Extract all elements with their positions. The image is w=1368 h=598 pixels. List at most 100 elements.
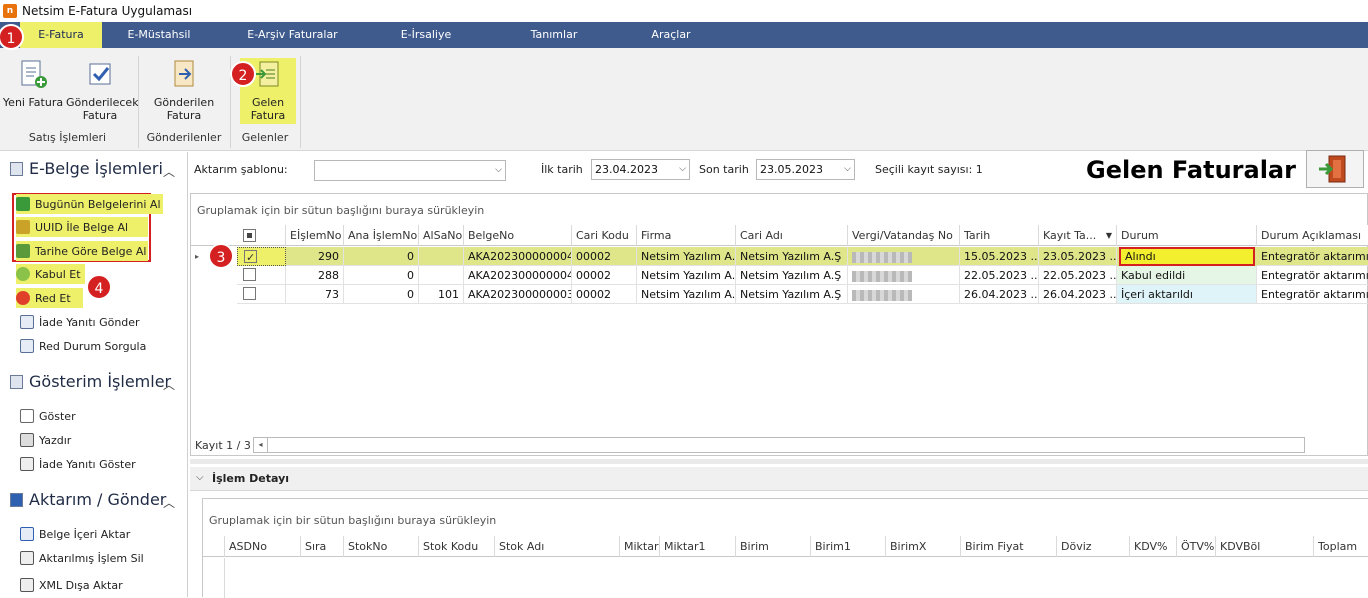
son-tarih-value: 23.05.2023	[760, 163, 823, 176]
table-row[interactable]: ▸ ✓ 290 0 AKA2023000000046 00002 Netsim …	[191, 247, 1368, 266]
menu-araclar[interactable]: Araçlar	[640, 22, 702, 48]
cell-alsano: 101	[419, 285, 464, 304]
table-row[interactable]: 288 0 AKA2023000000045 00002 Netsim Yazı…	[191, 266, 1368, 285]
col-kayit-label: Kayıt Ta...	[1043, 229, 1097, 242]
horizontal-scrollbar[interactable]: ◂	[253, 437, 1305, 453]
item-label: İade Yanıtı Göster	[39, 457, 136, 471]
aktarilmis-islem-sil-item[interactable]: Aktarılmış İşlem Sil	[20, 548, 144, 568]
item-label: UUID İle Belge Al	[35, 220, 129, 234]
item-label: Red Et	[35, 291, 71, 305]
col-firma[interactable]: Firma	[637, 225, 736, 246]
col-stok-adi[interactable]: Stok Adı	[495, 536, 620, 557]
section-e-belge[interactable]: E-Belge İşlemleri	[10, 159, 163, 178]
collapse-icon[interactable]: ︿	[163, 163, 175, 180]
cell-belgeno: AKA2023000000045	[464, 266, 572, 285]
section-aktarim[interactable]: Aktarım / Gönder	[10, 490, 166, 509]
red-durum-sorgula-item[interactable]: Red Durum Sorgula	[20, 336, 146, 356]
kabul-et-item[interactable]: Kabul Et	[16, 264, 85, 284]
cell-vergi-no-redacted	[848, 266, 960, 285]
col-sira[interactable]: Sıra	[301, 536, 344, 557]
yazdir-item[interactable]: Yazdır	[20, 430, 71, 450]
col-belgeno[interactable]: BelgeNo	[464, 225, 572, 246]
chevron-down-icon[interactable]: ⌵	[196, 472, 204, 483]
row-checkbox[interactable]: ✓	[244, 250, 257, 264]
goster-item[interactable]: Göster	[20, 406, 76, 426]
col-kdv[interactable]: KDV%	[1130, 536, 1177, 557]
row-checkbox[interactable]	[243, 268, 256, 281]
col-birimx[interactable]: BirimX	[886, 536, 961, 557]
col-kayit-tarihi[interactable]: Kayıt Ta... ▼	[1039, 225, 1117, 246]
row-checkbox-cell[interactable]	[237, 266, 286, 285]
col-birim-fiyat[interactable]: Birim Fiyat	[961, 536, 1057, 557]
group-gelenler-label: Gelenler	[241, 131, 289, 144]
uuid-belge-item[interactable]: UUID İle Belge Al	[16, 217, 149, 237]
item-label: Göster	[39, 409, 76, 423]
view-icon	[20, 409, 34, 423]
iade-yaniti-gonder-item[interactable]: İade Yanıtı Gönder	[20, 312, 140, 332]
menu-e-irsaliye[interactable]: E-İrsaliye	[385, 22, 467, 48]
select-all-checkbox[interactable]	[243, 229, 256, 242]
collapse-icon[interactable]: ︿	[163, 376, 175, 393]
cell-durum: Alındı	[1119, 247, 1255, 266]
table-row[interactable]: 73 0 101 AKA2023000000036 00002 Netsim Y…	[191, 285, 1368, 304]
xml-disa-aktar-item[interactable]: XML Dışa Aktar	[20, 575, 123, 595]
scroll-left-icon[interactable]: ◂	[254, 438, 268, 452]
exit-button[interactable]	[1306, 150, 1364, 188]
import-icon	[20, 527, 34, 541]
cell-firma: Netsim Yazılım A.Ş	[637, 266, 736, 285]
col-otv[interactable]: ÖTV%	[1177, 536, 1216, 557]
menu-tanimlar[interactable]: Tanımlar	[520, 22, 588, 48]
col-stokno[interactable]: StokNo	[344, 536, 419, 557]
cell-cari-adi: Netsim Yazılım A.Ş	[736, 266, 848, 285]
col-durum-aciklamasi[interactable]: Durum Açıklaması	[1257, 225, 1368, 246]
col-birim1[interactable]: Birim1	[811, 536, 886, 557]
col-ana-islemno[interactable]: Ana İşlemNo	[344, 225, 419, 246]
section-gosterim[interactable]: Gösterim İşlemler	[10, 372, 171, 391]
collapse-icon[interactable]: ︿	[163, 494, 175, 511]
iade-yaniti-goster-item[interactable]: İade Yanıtı Göster	[20, 454, 136, 474]
gonderilecek-fatura-button[interactable]: Gönderilecek Fatura	[66, 58, 139, 122]
red-et-item[interactable]: Red Et	[16, 288, 83, 308]
select-all-column[interactable]	[237, 225, 286, 246]
col-miktar[interactable]: Miktar	[620, 536, 660, 557]
col-alsano[interactable]: AlSaNo	[419, 225, 464, 246]
col-cari-kodu[interactable]: Cari Kodu	[572, 225, 637, 246]
splitter[interactable]	[190, 459, 1368, 464]
col-kdvbol[interactable]: KDVBöl	[1216, 536, 1314, 557]
query-icon	[20, 339, 34, 353]
bugunun-belgeleri-item[interactable]: Bugünün Belgelerini Al	[16, 194, 163, 214]
col-vergi-no[interactable]: Vergi/Vatandaş No	[848, 225, 960, 246]
son-tarih-label: Son tarih	[699, 163, 749, 176]
row-checkbox-cell[interactable]: ✓	[237, 247, 286, 266]
son-tarih-picker[interactable]: 23.05.2023 ⌵	[756, 159, 855, 180]
cell-tarih: 26.04.2023 ...	[960, 285, 1039, 304]
tarihe-gore-item[interactable]: Tarihe Göre Belge Al	[16, 241, 149, 261]
detail-header[interactable]: ⌵ İşlem Detayı	[190, 467, 1368, 491]
yeni-fatura-button[interactable]: Yeni Fatura	[2, 58, 64, 109]
cell-kayit-tarihi: 22.05.2023 ...	[1039, 266, 1117, 285]
col-asdno[interactable]: ASDNo	[225, 536, 301, 557]
gelen-fatura-label: Gelen Fatura	[250, 96, 286, 122]
col-durum[interactable]: Durum	[1117, 225, 1257, 246]
gonderilen-fatura-button[interactable]: Gönderilen Fatura	[150, 58, 218, 122]
col-miktar1[interactable]: Miktar1	[660, 536, 736, 557]
col-eislemno[interactable]: EİşlemNo	[286, 225, 344, 246]
aktarim-sablonu-select[interactable]: ⌵	[314, 160, 506, 181]
section-e-belge-title: E-Belge İşlemleri	[29, 159, 163, 178]
ilk-tarih-picker[interactable]: 23.04.2023 ⌵	[591, 159, 690, 180]
row-checkbox[interactable]	[243, 287, 256, 300]
menu-e-fatura[interactable]: E-Fatura	[20, 22, 102, 48]
row-checkbox-cell[interactable]	[237, 285, 286, 304]
col-cari-adi[interactable]: Cari Adı	[736, 225, 848, 246]
col-doviz[interactable]: Döviz	[1057, 536, 1130, 557]
app-icon: n	[3, 4, 17, 18]
col-birim[interactable]: Birim	[736, 536, 811, 557]
accept-icon	[16, 267, 30, 281]
cell-tarih: 15.05.2023 ...	[960, 247, 1039, 266]
menu-e-arsiv[interactable]: E-Arşiv Faturalar	[240, 22, 345, 48]
col-tarih[interactable]: Tarih	[960, 225, 1039, 246]
menu-e-mustahsil[interactable]: E-Müstahsil	[120, 22, 198, 48]
col-stok-kodu[interactable]: Stok Kodu	[419, 536, 495, 557]
col-toplam[interactable]: Toplam	[1314, 536, 1368, 557]
belge-iceri-aktar-item[interactable]: Belge İçeri Aktar	[20, 524, 130, 544]
